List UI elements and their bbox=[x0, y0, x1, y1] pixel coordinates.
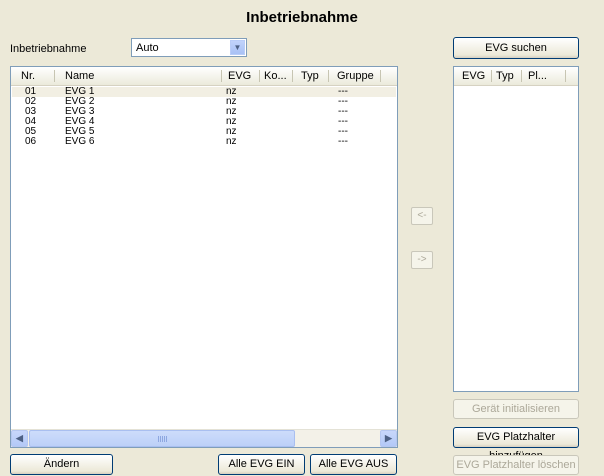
scroll-thumb[interactable] bbox=[29, 430, 295, 447]
table-row[interactable]: 06 EVG 6 nz --- bbox=[12, 137, 396, 147]
page-title: Inbetriebnahme bbox=[246, 9, 358, 26]
mode-select[interactable]: Auto ▼ bbox=[131, 38, 247, 57]
arrow-left-icon[interactable]: ◀ bbox=[11, 430, 28, 447]
cell-gruppe: --- bbox=[338, 136, 348, 147]
alle-evg-aus-button[interactable]: Alle EVG AUS bbox=[310, 454, 397, 475]
move-right-button[interactable]: -> bbox=[411, 251, 433, 269]
col-typ[interactable]: Typ bbox=[492, 67, 522, 85]
col-evg[interactable]: EVG bbox=[454, 67, 492, 85]
horizontal-scrollbar[interactable]: ◀ ▶ bbox=[11, 429, 397, 447]
cell-evg: nz bbox=[226, 136, 237, 147]
platzhalter-loeschen-button[interactable]: EVG Platzhalter löschen bbox=[453, 455, 579, 475]
platzhalter-hinzufuegen-button[interactable]: EVG Platzhalter hinzufügen bbox=[453, 427, 579, 462]
evg-list[interactable]: Nr. Name EVG Ko... Typ Gruppe 01 EVG 1 n… bbox=[10, 66, 398, 448]
col-platz[interactable]: Pl... bbox=[522, 67, 566, 85]
col-ko[interactable]: Ko... bbox=[260, 67, 293, 85]
found-evg-list[interactable]: EVG Typ Pl... bbox=[453, 66, 579, 392]
cell-nr: 06 bbox=[25, 136, 37, 147]
col-name[interactable]: Name bbox=[55, 67, 222, 85]
col-evg[interactable]: EVG bbox=[222, 67, 260, 85]
geraet-initialisieren-button[interactable]: Gerät initialisieren bbox=[453, 399, 579, 419]
mode-select-value: Auto bbox=[136, 42, 159, 54]
col-typ[interactable]: Typ bbox=[293, 67, 329, 85]
col-nr[interactable]: Nr. bbox=[11, 67, 55, 85]
evg-suchen-button[interactable]: EVG suchen bbox=[453, 37, 579, 59]
aendern-button[interactable]: Ändern bbox=[10, 454, 113, 475]
evg-list-header: Nr. Name EVG Ko... Typ Gruppe bbox=[11, 67, 397, 86]
cell-name: EVG 6 bbox=[65, 136, 95, 147]
alle-evg-ein-button[interactable]: Alle EVG EIN bbox=[218, 454, 305, 475]
mode-label: Inbetriebnahme bbox=[10, 43, 87, 55]
found-evg-list-header: EVG Typ Pl... bbox=[454, 67, 578, 86]
col-gruppe[interactable]: Gruppe bbox=[329, 67, 381, 85]
arrow-right-icon[interactable]: ▶ bbox=[380, 430, 397, 447]
chevron-down-icon[interactable]: ▼ bbox=[230, 40, 245, 55]
move-left-button[interactable]: <- bbox=[411, 207, 433, 225]
